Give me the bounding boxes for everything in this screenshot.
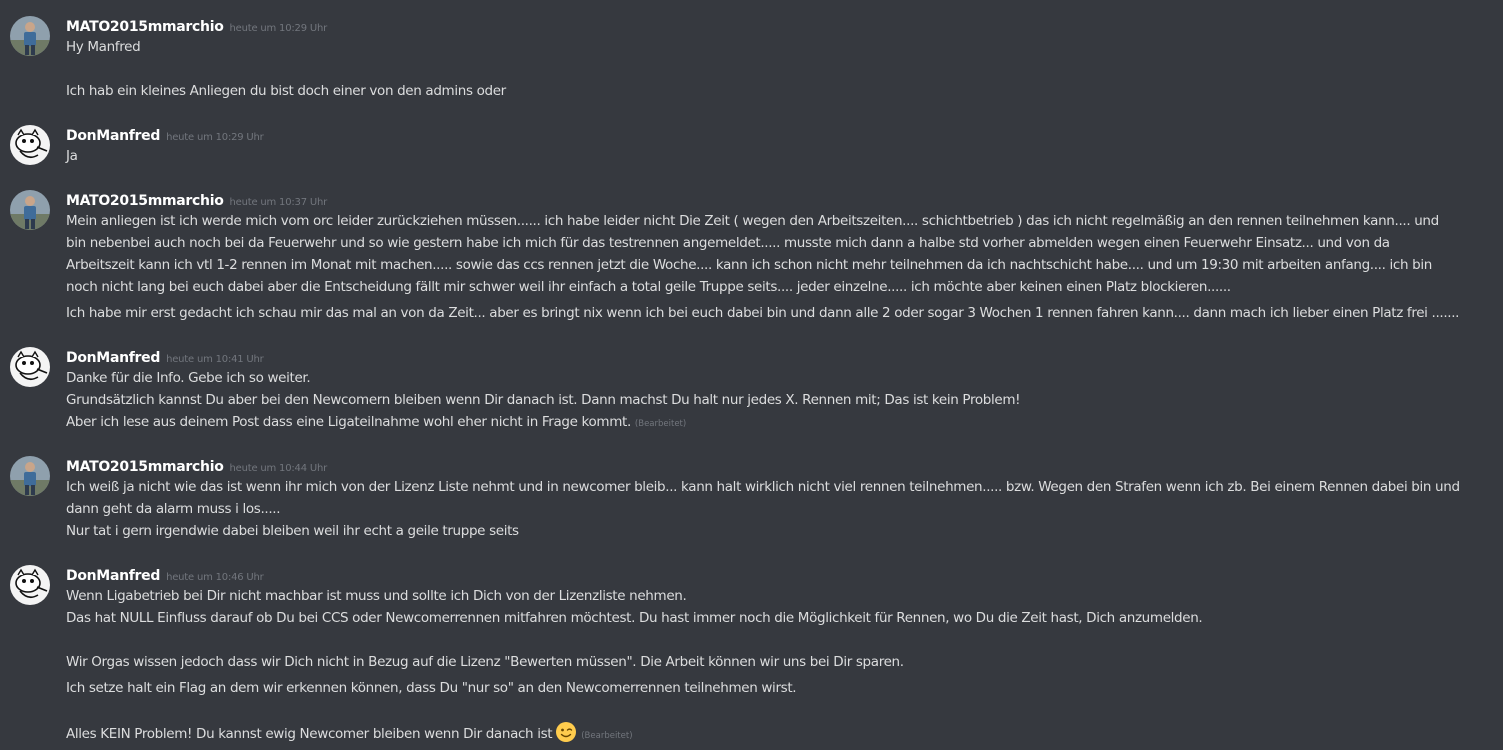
- username[interactable]: MATO2015mmarchio: [66, 193, 224, 209]
- timestamp[interactable]: heute um 10:46 Uhr: [166, 572, 264, 583]
- winking-face-emoji-icon: [555, 721, 577, 743]
- message-header: MATO2015mmarchio heute um 10:44 Uhr: [66, 456, 327, 476]
- avatar[interactable]: [10, 125, 50, 165]
- message-text: Alles KEIN Problem! Du kannst ewig Newco…: [66, 721, 633, 747]
- timestamp[interactable]: heute um 10:41 Uhr: [166, 354, 264, 365]
- avatar[interactable]: [10, 456, 50, 496]
- username[interactable]: MATO2015mmarchio: [66, 19, 224, 35]
- message-text: Wenn Ligabetrieb bei Dir nicht machbar i…: [66, 588, 687, 604]
- avatar[interactable]: [10, 347, 50, 387]
- message-header: MATO2015mmarchio heute um 10:37 Uhr: [66, 190, 327, 210]
- message-text: Das hat NULL Einfluss darauf ob Du bei C…: [66, 610, 1203, 626]
- message-text-content: Aber ich lese aus deinem Post dass eine …: [66, 414, 631, 430]
- message-header: DonManfred heute um 10:46 Uhr: [66, 565, 264, 585]
- message-text: Grundsätzlich kannst Du aber bei den New…: [66, 392, 1021, 408]
- message-text: Ich hab ein kleines Anliegen du bist doc…: [66, 83, 506, 99]
- message-text: Ich setze halt ein Flag an dem wir erken…: [66, 680, 797, 696]
- message-text: Wir Orgas wissen jedoch dass wir Dich ni…: [66, 654, 904, 670]
- username[interactable]: DonManfred: [66, 568, 160, 584]
- message-header: DonManfred heute um 10:41 Uhr: [66, 347, 264, 367]
- message-text: Ja: [66, 148, 78, 164]
- timestamp[interactable]: heute um 10:29 Uhr: [230, 23, 328, 34]
- username[interactable]: DonManfred: [66, 350, 160, 366]
- avatar[interactable]: [10, 16, 50, 56]
- message-text: Ich habe mir erst gedacht ich schau mir …: [66, 305, 1460, 321]
- edited-label: (Bearbeitet): [581, 731, 633, 741]
- message-text: Mein anliegen ist ich werde mich vom orc…: [66, 213, 1439, 295]
- message-header: MATO2015mmarchio heute um 10:29 Uhr: [66, 16, 327, 36]
- timestamp[interactable]: heute um 10:29 Uhr: [166, 132, 264, 143]
- message-header: DonManfred heute um 10:29 Uhr: [66, 125, 264, 145]
- message-text: Ich weiß ja nicht wie das ist wenn ihr m…: [66, 479, 1460, 517]
- username[interactable]: MATO2015mmarchio: [66, 459, 224, 475]
- avatar[interactable]: [10, 190, 50, 230]
- timestamp[interactable]: heute um 10:44 Uhr: [230, 463, 328, 474]
- username[interactable]: DonManfred: [66, 128, 160, 144]
- message-text-content: Alles KEIN Problem! Du kannst ewig Newco…: [66, 726, 553, 742]
- message-text: Danke für die Info. Gebe ich so weiter.: [66, 370, 311, 386]
- chat-messages: MATO2015mmarchio heute um 10:29 Uhr Hy Ma…: [0, 0, 1503, 749]
- message-text: Hy Manfred: [66, 39, 141, 55]
- edited-label: (Bearbeitet): [634, 419, 687, 429]
- avatar[interactable]: [10, 565, 50, 605]
- message-text: Nur tat i gern irgendwie dabei bleiben w…: [66, 523, 519, 539]
- message-text: Aber ich lese aus deinem Post dass eine …: [66, 411, 686, 435]
- timestamp[interactable]: heute um 10:37 Uhr: [230, 197, 328, 208]
